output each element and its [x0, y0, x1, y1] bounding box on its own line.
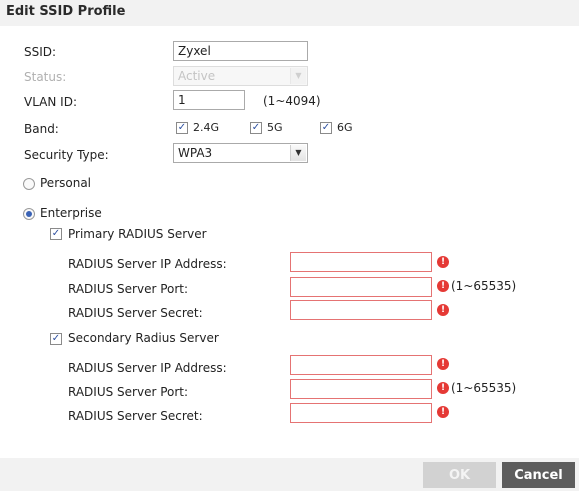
- security-type-value: WPA3: [178, 146, 213, 160]
- dialog-title: Edit SSID Profile: [6, 4, 126, 19]
- warning-icon: !: [437, 406, 449, 418]
- personal-label: Personal: [40, 176, 92, 190]
- band-label: Band:: [24, 122, 59, 136]
- secondary-port-label: RADIUS Server Port:: [68, 385, 189, 399]
- primary-radius-label: Primary RADIUS Server: [68, 227, 207, 241]
- cancel-button[interactable]: Cancel: [502, 462, 575, 488]
- status-select: Active ▼: [173, 66, 308, 86]
- security-type-select[interactable]: WPA3 ▼: [173, 143, 308, 163]
- band-2-4g-checkbox[interactable]: ✓: [176, 122, 188, 134]
- secondary-radius-checkbox[interactable]: ✓: [50, 333, 62, 345]
- status-value: Active: [178, 69, 216, 83]
- band-2-4g-label: 2.4G: [193, 121, 220, 134]
- secondary-ip-input[interactable]: [290, 355, 432, 375]
- secondary-secret-input[interactable]: [290, 403, 432, 423]
- status-label: Status:: [24, 70, 67, 84]
- personal-radio[interactable]: [23, 178, 35, 190]
- primary-port-label: RADIUS Server Port:: [68, 282, 189, 296]
- dialog-footer: OK Cancel: [0, 458, 579, 491]
- band-5g-label: 5G: [267, 121, 283, 134]
- warning-icon: !: [437, 358, 449, 370]
- primary-radius-checkbox[interactable]: ✓: [50, 228, 62, 240]
- primary-port-input[interactable]: [290, 277, 432, 297]
- band-5g-checkbox[interactable]: ✓: [250, 122, 262, 134]
- vlan-range: (1~4094): [263, 94, 321, 108]
- vlan-input[interactable]: [173, 90, 245, 110]
- secondary-secret-label: RADIUS Server Secret:: [68, 409, 203, 423]
- band-6g-checkbox[interactable]: ✓: [320, 122, 332, 134]
- warning-icon: !: [437, 280, 449, 292]
- band-6g-label: 6G: [337, 121, 353, 134]
- secondary-port-input[interactable]: [290, 379, 432, 399]
- primary-secret-label: RADIUS Server Secret:: [68, 306, 203, 320]
- warning-icon: !: [437, 256, 449, 268]
- enterprise-label: Enterprise: [40, 206, 102, 220]
- secondary-radius-label: Secondary Radius Server: [68, 331, 219, 345]
- primary-secret-input[interactable]: [290, 300, 432, 320]
- warning-icon: !: [437, 382, 449, 394]
- dialog-header: Edit SSID Profile: [0, 0, 579, 26]
- vlan-label: VLAN ID:: [24, 95, 77, 109]
- ssid-input[interactable]: [173, 41, 308, 61]
- primary-ip-input[interactable]: [290, 252, 432, 272]
- enterprise-radio[interactable]: [23, 208, 35, 220]
- primary-port-range: (1~65535): [451, 279, 517, 293]
- warning-icon: !: [437, 304, 449, 316]
- primary-ip-label: RADIUS Server IP Address:: [68, 257, 227, 271]
- security-type-label: Security Type:: [24, 148, 109, 162]
- secondary-ip-label: RADIUS Server IP Address:: [68, 361, 227, 375]
- chevron-down-icon: ▼: [290, 68, 306, 84]
- ssid-label: SSID:: [24, 45, 57, 59]
- chevron-down-icon: ▼: [290, 145, 306, 161]
- secondary-port-range: (1~65535): [451, 381, 517, 395]
- ok-button[interactable]: OK: [423, 462, 496, 488]
